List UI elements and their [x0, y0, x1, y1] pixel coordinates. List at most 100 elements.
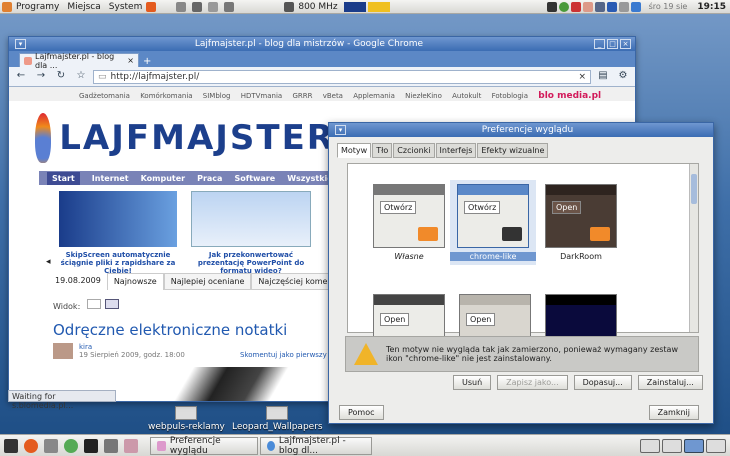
tray-icon[interactable]: [594, 1, 605, 12]
tab-interface[interactable]: Interfejs: [435, 143, 477, 158]
tab-newest[interactable]: Najnowsze: [106, 273, 164, 290]
page-menu-icon[interactable]: ▤: [595, 70, 611, 84]
promo-right[interactable]: Jak przekonwertować prezentację PowerPoi…: [191, 191, 311, 275]
tray-icon[interactable]: [606, 1, 617, 12]
url-text[interactable]: http://lajfmajster.pl/: [111, 72, 575, 82]
bookmark-star-icon[interactable]: ☆: [73, 70, 89, 84]
tab-top-rated[interactable]: Najlepiej oceniane: [163, 273, 252, 290]
wrench-icon[interactable]: ⚙: [615, 70, 631, 84]
volume-icon[interactable]: [618, 1, 629, 12]
carousel-prev-icon[interactable]: ◂: [46, 257, 51, 267]
network-link[interactable]: Komórkomania: [140, 92, 192, 100]
remove-button[interactable]: Usuń: [453, 375, 492, 390]
network-link[interactable]: Gadżetomania: [79, 92, 130, 100]
network-link[interactable]: Autokult: [452, 92, 481, 100]
app-launcher-icon[interactable]: [208, 1, 219, 12]
workspace-icon[interactable]: [662, 438, 682, 453]
reload-button[interactable]: ↻: [53, 70, 69, 84]
view-switch: Widok:: [53, 299, 120, 311]
nav-software[interactable]: Software: [234, 174, 275, 183]
tab-theme[interactable]: Motyw: [337, 143, 372, 158]
chrome-titlebar[interactable]: ▾ Lajfmajster.pl - blog dla mistrzów - G…: [9, 37, 635, 51]
desktop-icon-wallpapers[interactable]: Leopard_Wallpapers: [232, 406, 323, 432]
network-link[interactable]: NiezłeKino: [405, 92, 442, 100]
menu-system[interactable]: System: [105, 2, 147, 12]
app-launcher-icon[interactable]: [224, 1, 235, 12]
nav-praca[interactable]: Praca: [197, 174, 222, 183]
customize-button[interactable]: Dopasuj...: [573, 375, 632, 390]
firefox-icon[interactable]: [146, 1, 157, 12]
post-author[interactable]: kira: [79, 343, 185, 351]
tab-visual-effects[interactable]: Efekty wizualne: [477, 143, 549, 158]
nav-wszystkie[interactable]: Wszystkie: [287, 174, 333, 183]
promo-left[interactable]: SkipScreen automatycznie ściągnie pliki …: [59, 191, 177, 275]
show-desktop-icon[interactable]: [4, 438, 18, 453]
menu-miejsca[interactable]: Miejsca: [63, 2, 104, 12]
grid-view-icon[interactable]: [86, 299, 101, 309]
workspace-icon[interactable]: [684, 438, 704, 453]
launcher-icon[interactable]: [64, 438, 78, 453]
new-tab-button[interactable]: +: [143, 56, 151, 67]
save-as-button[interactable]: Zapisz jako...: [497, 375, 568, 390]
dialog-close-button[interactable]: Zamknij: [648, 405, 699, 420]
tray-icon[interactable]: [546, 1, 557, 12]
forward-button[interactable]: →: [33, 70, 49, 84]
launcher-icon[interactable]: [44, 438, 58, 453]
nav-start[interactable]: Start: [47, 171, 80, 185]
network-icon[interactable]: [630, 1, 641, 12]
theme-item[interactable]: Otwórz Własne: [366, 184, 452, 261]
post-title[interactable]: Odręczne elektroniczne notatki: [53, 321, 287, 339]
taskbar-item-chrome[interactable]: Lajfmajster.pl - blog dl...: [260, 436, 372, 456]
window-title: Lajfmajster.pl - blog dla mistrzów - Goo…: [194, 39, 424, 49]
tab-fonts[interactable]: Czcionki: [393, 143, 435, 158]
nav-internet[interactable]: Internet: [92, 174, 129, 183]
desktop-icon-webpuls[interactable]: webpuls-reklamy: [148, 406, 225, 432]
dialog-titlebar[interactable]: ▾ Preferencje wyglądu: [329, 123, 713, 137]
terminal-icon[interactable]: [84, 438, 98, 453]
dialog-tabs: Motyw Tło Czcionki Interfejs Efekty wizu…: [329, 137, 713, 158]
help-button[interactable]: Pomoc: [339, 405, 384, 420]
taskbar-item-preferences[interactable]: Preferencje wyglądu: [150, 436, 258, 456]
network-link[interactable]: vBeta: [323, 92, 343, 100]
theme-item[interactable]: Otwórz chrome-like: [450, 180, 536, 265]
network-link[interactable]: GRRR: [292, 92, 312, 100]
network-link[interactable]: Applemania: [353, 92, 395, 100]
browser-tab[interactable]: Lajfmajster.pl - blog dla ... ×: [19, 52, 139, 70]
launcher-icon[interactable]: [104, 438, 118, 453]
window-menu-button[interactable]: ▾: [15, 39, 26, 49]
app-launcher-icon[interactable]: [176, 1, 187, 12]
clock[interactable]: 19:15: [697, 2, 726, 12]
workspace-icon[interactable]: [706, 438, 726, 453]
list-view-icon[interactable]: [105, 299, 120, 309]
network-link[interactable]: SIMblog: [203, 92, 231, 100]
app-launcher-icon[interactable]: [192, 1, 203, 12]
window-menu-button[interactable]: ▾: [335, 125, 346, 135]
close-button[interactable]: ×: [620, 39, 631, 49]
stop-icon[interactable]: ×: [578, 72, 586, 82]
network-link[interactable]: Fotoblogia: [492, 92, 528, 100]
site-logo[interactable]: LAJFMAJSTER: [35, 109, 335, 167]
tray-icon[interactable]: [558, 1, 569, 12]
back-button[interactable]: ←: [13, 70, 29, 84]
menu-programy[interactable]: Programy: [12, 2, 63, 12]
tray-icon[interactable]: [582, 1, 593, 12]
install-button[interactable]: Zainstaluj...: [637, 375, 703, 390]
theme-item[interactable]: Open DarkRoom: [538, 184, 624, 261]
tray-icon[interactable]: [570, 1, 581, 12]
site-nav: Start Internet Komputer Praca Software W…: [39, 171, 339, 185]
nav-komputer[interactable]: Komputer: [141, 174, 186, 183]
launcher-icon[interactable]: [124, 438, 138, 453]
tab-close-icon[interactable]: ×: [127, 56, 134, 65]
date[interactable]: śro 19 sie: [649, 2, 688, 11]
workspace-icon[interactable]: [640, 438, 660, 453]
scrollbar-thumb[interactable]: [691, 174, 697, 204]
minimize-button[interactable]: _: [594, 39, 605, 49]
theme-scrollbar[interactable]: [689, 164, 698, 332]
firefox-icon[interactable]: [24, 438, 38, 453]
maximize-button[interactable]: □: [607, 39, 618, 49]
blomedia-logo[interactable]: blo media.pl: [538, 91, 601, 101]
address-bar[interactable]: ▭ http://lajfmajster.pl/ ×: [93, 69, 591, 84]
tab-background[interactable]: Tło: [372, 143, 393, 158]
comment-link[interactable]: Skomentuj jako pierwszy: [240, 351, 327, 359]
network-link[interactable]: HDTVmania: [241, 92, 283, 100]
